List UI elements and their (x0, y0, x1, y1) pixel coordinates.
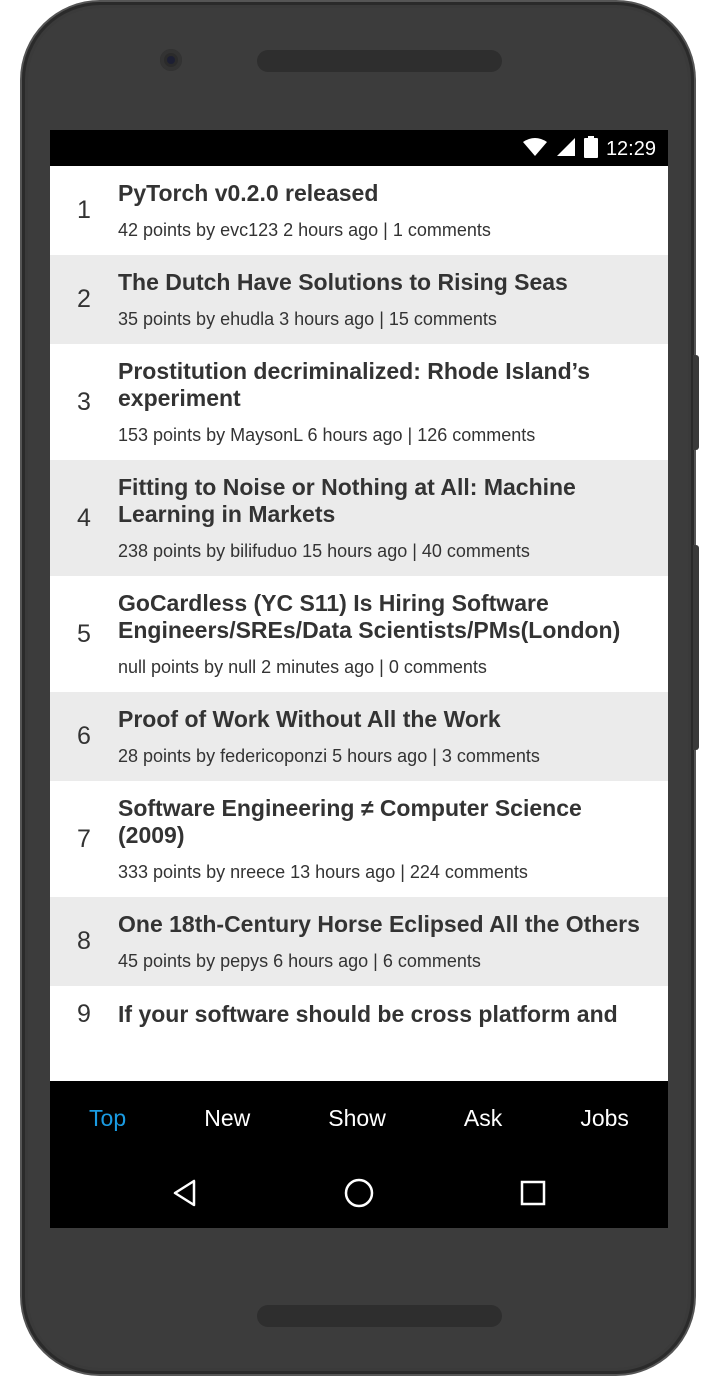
story-content: Fitting to Noise or Nothing at All: Mach… (118, 474, 648, 562)
cell-signal-icon (556, 137, 576, 162)
story-rank: 4 (77, 503, 91, 532)
story-rank: 1 (77, 196, 91, 224)
story-title[interactable]: Proof of Work Without All the Work (118, 706, 648, 733)
bottom-speaker (257, 1305, 502, 1327)
story-title[interactable]: If your software should be cross platfor… (118, 1001, 648, 1028)
story-meta: 45 points by pepys 6 hours ago | 6 comme… (118, 951, 481, 971)
story-list[interactable]: 1 PyTorch v0.2.0 released 42 points by evc… (50, 166, 668, 1081)
story-item[interactable]: 5 GoCardless (YC S11) Is Hiring Software … (50, 576, 668, 692)
story-content: Software Engineering ≠ Computer Science … (118, 795, 648, 883)
story-title[interactable]: The Dutch Have Solutions to Rising Seas (118, 269, 648, 296)
story-title[interactable]: Prostitution decriminalized: Rhode Islan… (118, 358, 648, 412)
story-item[interactable]: 8 One 18th-Century Horse Eclipsed All the… (50, 897, 668, 986)
tab-jobs[interactable]: Jobs (580, 1105, 629, 1132)
front-camera (160, 49, 182, 71)
story-rank: 2 (77, 285, 91, 313)
story-rank: 5 (77, 619, 91, 648)
story-content: If your software should be cross platfor… (118, 1001, 648, 1028)
story-item[interactable]: 1 PyTorch v0.2.0 released 42 points by evc… (50, 166, 668, 255)
story-content: One 18th-Century Horse Eclipsed All the … (118, 911, 648, 972)
story-rank: 6 (77, 722, 91, 750)
screen: 12:29 1 PyTorch v0.2.0 released 42 points … (50, 130, 668, 1228)
story-content: The Dutch Have Solutions to Rising Seas 3… (118, 269, 648, 330)
story-content: Proof of Work Without All the Work 28 poi… (118, 706, 648, 767)
story-title[interactable]: PyTorch v0.2.0 released (118, 180, 648, 207)
story-rank: 7 (77, 824, 91, 853)
story-title[interactable]: GoCardless (YC S11) Is Hiring Software E… (118, 590, 648, 644)
tab-top[interactable]: Top (89, 1105, 126, 1132)
story-rank: 8 (77, 927, 91, 955)
earpiece-speaker (257, 50, 502, 72)
story-rank: 3 (77, 387, 91, 416)
story-meta: null points by null 2 minutes ago | 0 co… (118, 657, 487, 677)
power-button[interactable] (693, 355, 699, 450)
recents-icon[interactable] (513, 1173, 553, 1213)
volume-button[interactable] (693, 545, 699, 750)
story-meta: 28 points by federicoponzi 5 hours ago |… (118, 746, 540, 766)
story-content: GoCardless (YC S11) Is Hiring Software E… (118, 590, 648, 678)
android-nav-bar (50, 1155, 668, 1228)
story-item[interactable]: 9 If your software should be cross platfo… (50, 986, 668, 1043)
story-meta: 333 points by nreece 13 hours ago | 224 … (118, 862, 528, 882)
story-meta: 238 points by bilifuduo 15 hours ago | 4… (118, 541, 530, 561)
story-item[interactable]: 4 Fitting to Noise or Nothing at All: Mac… (50, 460, 668, 576)
story-meta: 35 points by ehudla 3 hours ago | 15 com… (118, 309, 497, 329)
story-content: PyTorch v0.2.0 released 42 points by evc1… (118, 180, 648, 241)
story-item[interactable]: 2 The Dutch Have Solutions to Rising Seas… (50, 255, 668, 344)
story-content: Prostitution decriminalized: Rhode Islan… (118, 358, 648, 446)
home-icon[interactable] (339, 1173, 379, 1213)
tab-show[interactable]: Show (328, 1105, 386, 1132)
tab-ask[interactable]: Ask (464, 1105, 502, 1132)
battery-icon (583, 136, 598, 163)
story-meta: 153 points by MaysonL 6 hours ago | 126 … (118, 425, 536, 445)
wifi-icon (522, 137, 548, 162)
back-icon[interactable] (165, 1173, 205, 1213)
status-time: 12:29 (605, 138, 656, 160)
status-bar: 12:29 (50, 130, 668, 166)
tab-new[interactable]: New (204, 1105, 250, 1132)
story-meta: 42 points by evc123 2 hours ago | 1 comm… (118, 220, 491, 240)
story-item[interactable]: 3 Prostitution decriminalized: Rhode Isla… (50, 344, 668, 460)
story-item[interactable]: 7 Software Engineering ≠ Computer Science… (50, 781, 668, 897)
story-title[interactable]: One 18th-Century Horse Eclipsed All the … (118, 911, 648, 938)
bottom-tab-bar: Top New Show Ask Jobs (50, 1081, 668, 1155)
story-title[interactable]: Software Engineering ≠ Computer Science … (118, 795, 648, 849)
story-title[interactable]: Fitting to Noise or Nothing at All: Mach… (118, 474, 648, 528)
story-rank: 9 (77, 1000, 91, 1028)
story-item[interactable]: 6 Proof of Work Without All the Work 28 po… (50, 692, 668, 781)
